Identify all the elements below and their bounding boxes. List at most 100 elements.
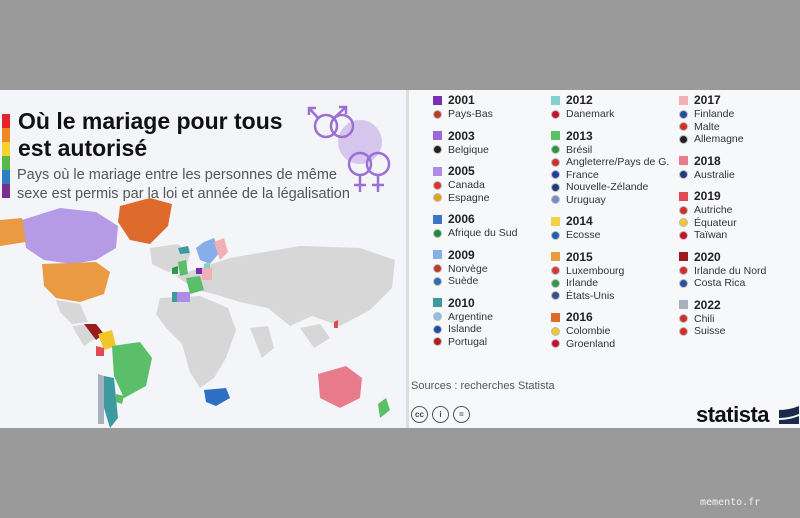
legend-country: Portugal bbox=[433, 336, 517, 349]
flag-icon bbox=[679, 278, 688, 288]
legend-group: 2010 Argentine Islande Portugal bbox=[433, 295, 517, 349]
cc-icon[interactable]: cc bbox=[411, 406, 428, 423]
legend-swatch bbox=[551, 131, 560, 140]
legend-country: Argentine bbox=[433, 311, 517, 324]
flag-icon bbox=[433, 228, 442, 238]
flag-icon bbox=[433, 145, 442, 155]
legend-group: 2022 Chili Suisse bbox=[679, 297, 766, 338]
country-name: Suisse bbox=[694, 325, 726, 338]
attribution-icon[interactable]: i bbox=[432, 406, 449, 423]
legend-swatch bbox=[679, 156, 688, 165]
flag-icon bbox=[679, 314, 688, 324]
legend-year: 2013 bbox=[551, 128, 669, 144]
map-argentina bbox=[104, 376, 118, 428]
country-name: Brésil bbox=[566, 143, 593, 156]
legend-country: Brésil bbox=[551, 144, 669, 157]
country-name: Irlande bbox=[566, 277, 599, 290]
flag-icon bbox=[551, 326, 560, 336]
legend-country: Luxembourg bbox=[551, 265, 669, 278]
country-name: Luxembourg bbox=[566, 264, 625, 277]
legend-group: 2006 Afrique du Sud bbox=[433, 211, 517, 240]
legend-year-label: 2018 bbox=[694, 153, 721, 168]
map-pane: Où le mariage pour tous est autorisé Pay… bbox=[0, 90, 406, 428]
country-name: Uruguay bbox=[566, 193, 606, 206]
legend-swatch bbox=[433, 250, 442, 259]
legend-year-label: 2016 bbox=[566, 310, 593, 324]
legend-year-label: 2010 bbox=[448, 295, 475, 310]
legend-country: Norvège bbox=[433, 263, 517, 276]
country-name: Costa Rica bbox=[694, 277, 746, 290]
country-name: Angleterre/Pays de G. bbox=[566, 156, 670, 169]
no-derivatives-icon[interactable]: = bbox=[453, 406, 470, 423]
legend-year-label: 2022 bbox=[694, 297, 721, 312]
watermark: memento.fr bbox=[700, 497, 761, 508]
legend-year: 2019 bbox=[679, 188, 766, 204]
legend-year: 2005 bbox=[433, 163, 517, 179]
legend-country: Allemagne bbox=[679, 133, 766, 146]
legend-year-label: 2020 bbox=[694, 249, 721, 264]
legend-year-label: 2012 bbox=[566, 93, 593, 107]
map-canada bbox=[22, 208, 118, 264]
flag-icon bbox=[551, 339, 560, 349]
map-germany bbox=[202, 268, 212, 280]
legend-country: États-Unis bbox=[551, 290, 669, 303]
legend-pane: 2001 Pays-Bas 2003 Belgique 2005 Canada Espagn… bbox=[409, 90, 800, 428]
legend-group: 2013 Brésil Angleterre/Pays de G. France Nou… bbox=[551, 128, 669, 207]
legend-year-label: 2001 bbox=[448, 93, 475, 107]
flag-icon bbox=[433, 109, 442, 119]
legend-year-label: 2005 bbox=[448, 164, 475, 178]
legend-group: 2016 Colombie Groenland bbox=[551, 309, 669, 350]
legend-year: 2018 bbox=[679, 153, 766, 169]
legend-country: Afrique du Sud bbox=[433, 227, 517, 240]
legend-group: 2017 Finlande Malte Allemagne bbox=[679, 92, 766, 146]
legend-country: Irlande du Nord bbox=[679, 265, 766, 278]
map-uruguay bbox=[116, 394, 124, 404]
legend-year-label: 2013 bbox=[566, 128, 593, 143]
legend-year: 2001 bbox=[433, 92, 517, 108]
flag-icon bbox=[433, 337, 442, 347]
page-title: Où le mariage pour tous est autorisé bbox=[18, 108, 283, 161]
legend-year: 2006 bbox=[433, 211, 517, 227]
statista-logo[interactable]: statista bbox=[696, 402, 770, 428]
flag-icon bbox=[679, 109, 688, 119]
flag-icon bbox=[551, 170, 560, 180]
country-name: Chili bbox=[694, 312, 715, 325]
country-name: Canada bbox=[448, 179, 485, 192]
legend-country: Irlande bbox=[551, 277, 669, 290]
legend-country: Pays-Bas bbox=[433, 108, 517, 121]
legend-year: 2017 bbox=[679, 92, 766, 108]
flag-icon bbox=[551, 278, 560, 288]
flag-icon bbox=[551, 109, 560, 119]
flag-icon bbox=[433, 180, 442, 190]
legend-country: Colombie bbox=[551, 325, 669, 338]
flag-icon bbox=[551, 291, 560, 301]
country-name: Suède bbox=[448, 275, 479, 288]
world-map bbox=[0, 198, 395, 428]
flag-icon bbox=[551, 182, 560, 192]
legend-group: 2001 Pays-Bas bbox=[433, 92, 517, 121]
legend-year: 2022 bbox=[679, 297, 766, 313]
country-name: Taïwan bbox=[694, 229, 728, 242]
legend-year-label: 2019 bbox=[694, 189, 721, 203]
legend-swatch bbox=[551, 216, 560, 226]
map-region bbox=[300, 324, 330, 348]
legend-year: 2009 bbox=[433, 247, 517, 263]
country-name: Belgique bbox=[448, 143, 489, 156]
country-name: Pays-Bas bbox=[448, 108, 493, 121]
flag-icon bbox=[679, 122, 688, 132]
legend-country: Suisse bbox=[679, 325, 766, 338]
map-south-africa bbox=[204, 388, 230, 406]
legend-swatch bbox=[679, 252, 688, 261]
flag-icon bbox=[433, 312, 442, 322]
legend-swatch bbox=[551, 252, 560, 261]
legend-column-1: 2001 Pays-Bas 2003 Belgique 2005 Canada Espagn… bbox=[433, 90, 517, 355]
legend-country: Australie bbox=[679, 169, 766, 182]
flag-icon bbox=[551, 195, 560, 205]
rainbow-bar bbox=[2, 114, 10, 198]
legend-country: France bbox=[551, 169, 669, 182]
legend-year: 2016 bbox=[551, 309, 669, 325]
map-netherlands bbox=[196, 268, 202, 274]
legend-country: Costa Rica bbox=[679, 277, 766, 290]
country-name: Groenland bbox=[566, 337, 616, 350]
legend-year-label: 2006 bbox=[448, 212, 475, 226]
